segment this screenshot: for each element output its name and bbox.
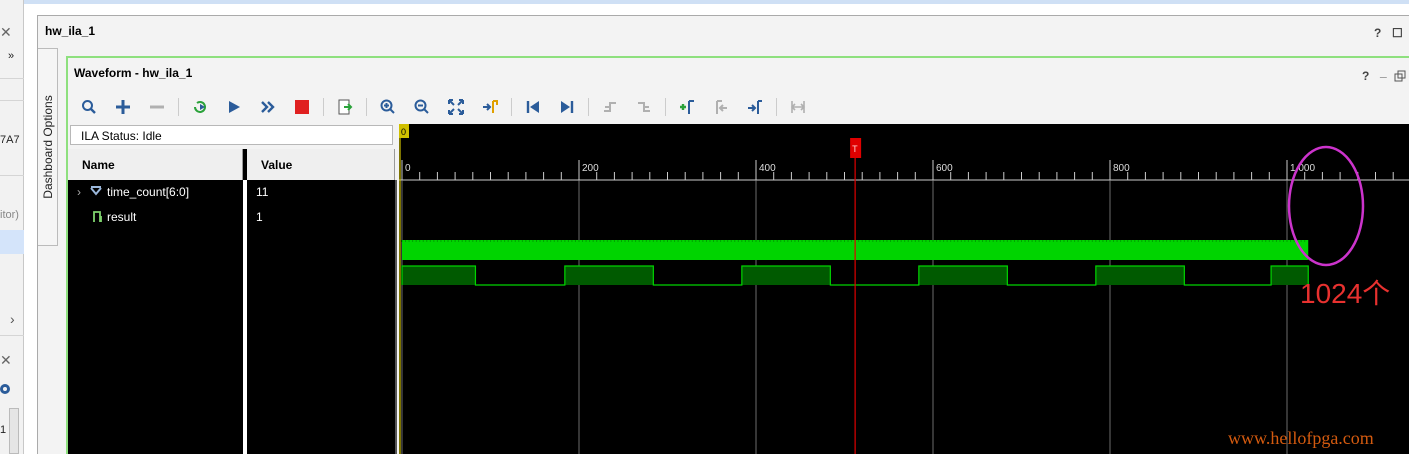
help-icon[interactable]: ? — [1374, 26, 1381, 40]
divider — [0, 335, 24, 336]
prev-transition-icon[interactable] — [597, 95, 623, 119]
toolbar-separator — [366, 98, 367, 116]
left-side-panel: ✕ » 7A7 itor) › ✕ 1 — [0, 0, 24, 454]
ruler-tick-label: 200 — [582, 163, 599, 174]
toolbar-separator — [511, 98, 512, 116]
signal-name: result — [107, 210, 137, 224]
signal-value: 11 — [256, 185, 269, 199]
expand-icon[interactable]: › — [77, 185, 81, 199]
ruler-tick-label: 800 — [1113, 163, 1130, 174]
table-row[interactable]: result 1 — [68, 205, 395, 229]
go-to-cursor-icon[interactable] — [477, 95, 503, 119]
waveform-canvas[interactable]: 0 200 400 600 800 1,000 0 T — [399, 124, 1409, 454]
run-all-icon[interactable] — [255, 95, 281, 119]
next-transition-icon[interactable] — [631, 95, 657, 119]
panel-text-fragment: 1 — [0, 424, 7, 436]
result-high-level — [741, 266, 831, 285]
zoom-fit-icon[interactable] — [443, 95, 469, 119]
ruler-tick-label: 0 — [405, 163, 411, 174]
go-to-end-icon[interactable] — [554, 95, 580, 119]
swap-cursors-icon[interactable] — [785, 95, 811, 119]
zoom-out-icon[interactable] — [409, 95, 435, 119]
result-high-level — [918, 266, 1008, 285]
divider — [0, 78, 24, 79]
result-high-level — [564, 266, 654, 285]
panel-text-fragment: itor) — [0, 209, 19, 221]
table-divider[interactable] — [395, 180, 397, 454]
help-icon[interactable]: ? — [1362, 69, 1369, 83]
waveform-toolbar — [68, 94, 1409, 120]
restore-icon[interactable]: ☐ — [1392, 26, 1403, 40]
go-to-start-icon[interactable] — [520, 95, 546, 119]
ila-status: ILA Status: Idle — [70, 125, 393, 145]
top-border — [0, 0, 1409, 4]
close-icon[interactable]: ✕ — [0, 352, 12, 369]
toolbar-separator — [178, 98, 179, 116]
value-column-header[interactable]: Value — [247, 149, 395, 180]
waveform-title: Waveform - hw_ila_1 — [74, 66, 193, 80]
signal-table: Name Value › time_count[6:0] 11 result 1 — [68, 149, 397, 454]
dashboard-options-label: Dashboard Options — [40, 95, 55, 199]
annotation-circle — [1287, 145, 1365, 267]
result-high-level — [1095, 266, 1185, 285]
waveform-graphics[interactable]: 0 200 400 600 800 1,0000T — [399, 124, 1409, 454]
rerun-icon[interactable] — [187, 95, 213, 119]
panel-text-fragment: 7A7 — [0, 134, 20, 146]
result-high-level — [402, 266, 476, 285]
signal-icon — [93, 211, 102, 222]
dashboard-options-tab[interactable]: Dashboard Options — [38, 48, 58, 246]
remove-icon[interactable] — [144, 95, 170, 119]
watermark-text: www.hellofpga.com — [1228, 428, 1374, 448]
prev-marker-icon[interactable] — [708, 95, 734, 119]
add-icon[interactable] — [110, 95, 136, 119]
selected-row[interactable] — [0, 230, 24, 254]
name-column-header[interactable]: Name — [68, 149, 243, 180]
scrollbar[interactable] — [9, 408, 19, 454]
toolbar-separator — [588, 98, 589, 116]
toolbar-separator — [665, 98, 666, 116]
add-marker-icon[interactable] — [674, 95, 700, 119]
export-icon[interactable] — [332, 95, 358, 119]
toolbar-separator — [323, 98, 324, 116]
stop-icon[interactable] — [289, 95, 315, 119]
float-icon[interactable] — [1394, 70, 1406, 82]
window-title: hw_ila_1 — [45, 24, 96, 38]
signal-name: time_count[6:0] — [107, 185, 190, 199]
close-icon[interactable]: ✕ — [0, 24, 12, 41]
waveform-panel: Waveform - hw_ila_1 ? _ ILA Status: Idle… — [66, 56, 1409, 454]
divider — [0, 100, 24, 101]
start-marker-label: 0 — [401, 127, 406, 137]
table-row[interactable]: › time_count[6:0] 11 — [68, 180, 395, 204]
scroll-right-icon[interactable]: › — [10, 311, 15, 327]
signal-value: 1 — [256, 210, 263, 224]
minimize-icon[interactable]: _ — [1380, 65, 1387, 79]
search-icon[interactable] — [76, 95, 102, 119]
next-marker-icon[interactable] — [742, 95, 768, 119]
bus-icon — [90, 186, 102, 196]
run-icon[interactable] — [221, 95, 247, 119]
divider — [0, 175, 24, 176]
ruler-tick-label: 600 — [936, 163, 953, 174]
ruler-tick-label: 400 — [759, 163, 776, 174]
trigger-marker-label: T — [852, 144, 858, 154]
annotation-label: 1024个 — [1300, 278, 1391, 309]
chevron-icon[interactable]: » — [8, 50, 14, 62]
toolbar-separator — [776, 98, 777, 116]
zoom-in-icon[interactable] — [375, 95, 401, 119]
gear-icon[interactable] — [0, 382, 12, 396]
